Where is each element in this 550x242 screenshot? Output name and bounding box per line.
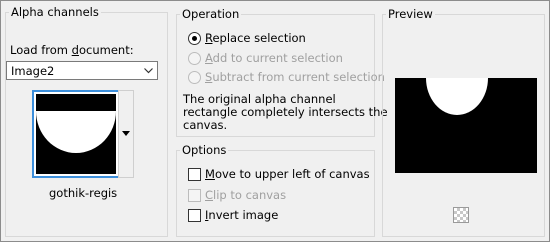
- checkerboard-zoom-icon[interactable]: [453, 207, 469, 223]
- radio-add-to-selection[interactable]: [188, 52, 201, 65]
- half-circle-shape: [36, 111, 116, 153]
- checkbox-clip-to-canvas[interactable]: [188, 189, 201, 202]
- document-select[interactable]: Image2: [6, 61, 158, 80]
- checkbox-move-to-upper-left-label[interactable]: Move to upper left of canvas: [205, 167, 370, 181]
- channel-name-label: gothik-regis: [49, 186, 118, 200]
- load-from-document-label: Load from document:: [10, 43, 134, 57]
- chevron-down-icon: [144, 68, 153, 74]
- operation-note-line-2: rectangle completely intersects the: [183, 105, 388, 119]
- checkbox-invert-image[interactable]: [188, 209, 201, 222]
- radio-replace-selection-label[interactable]: Replace selection: [205, 31, 306, 45]
- checkbox-invert-image-label[interactable]: Invert image: [205, 208, 278, 222]
- document-select-value: Image2: [11, 64, 55, 78]
- operation-note-line-3: canvas.: [183, 118, 228, 132]
- checkbox-clip-to-canvas-label[interactable]: Clip to canvas: [205, 188, 286, 202]
- thumbnail-canvas: [36, 94, 116, 174]
- radio-subtract-from-selection-label[interactable]: Subtract from current selection: [205, 70, 385, 84]
- radio-replace-selection[interactable]: [188, 32, 201, 45]
- alpha-channel-thumbnail[interactable]: [32, 90, 120, 178]
- operation-title: Operation: [182, 7, 240, 21]
- alpha-channels-title: Alpha channels: [11, 5, 99, 19]
- checkbox-move-to-upper-left[interactable]: [188, 168, 201, 181]
- preview-title: Preview: [388, 7, 433, 21]
- radio-add-to-selection-label[interactable]: Add to current selection: [205, 51, 343, 65]
- radio-subtract-from-selection[interactable]: [188, 71, 201, 84]
- preview-canvas: [395, 78, 537, 173]
- preview-half-circle-shape: [426, 78, 488, 115]
- options-title: Options: [182, 143, 227, 157]
- operation-note-line-1: The original alpha channel: [183, 92, 336, 106]
- thumbnail-dropdown-button[interactable]: [118, 90, 134, 178]
- dropdown-arrow-icon: [122, 131, 130, 136]
